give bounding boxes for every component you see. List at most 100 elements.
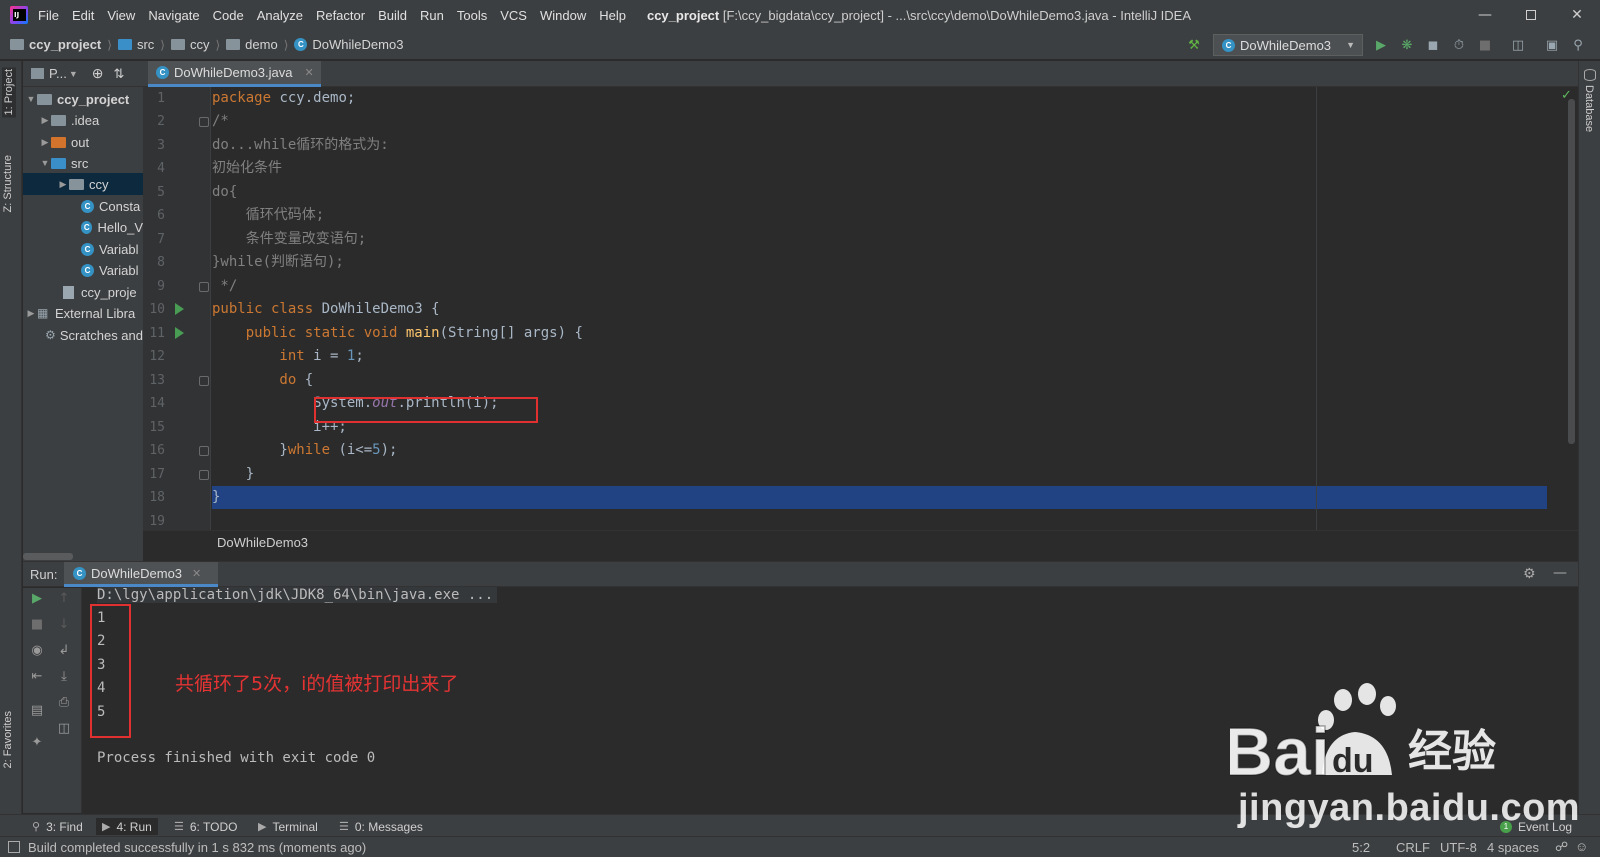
breadcrumb-project[interactable]: ccy_project xyxy=(29,37,101,52)
breadcrumb-src[interactable]: src xyxy=(137,37,154,52)
tree-item-idea[interactable]: ▶ .idea xyxy=(23,109,143,131)
layout-icon[interactable]: ▤ xyxy=(29,702,45,718)
locate-target-icon[interactable]: ⊕ xyxy=(92,65,104,82)
exit-icon[interactable]: ⇤ xyxy=(29,668,45,684)
terminal-window-icon[interactable]: ▣ xyxy=(1544,37,1560,53)
line-separator[interactable]: CRLF xyxy=(1396,840,1430,855)
project-tool-tab[interactable]: 1: Project xyxy=(2,67,16,118)
project-structure-icon[interactable]: ◫ xyxy=(1510,37,1526,53)
stop-icon[interactable]: ■ xyxy=(1477,37,1493,53)
favorites-tool-tab[interactable]: 2: Favorites xyxy=(2,711,14,768)
file-encoding[interactable]: UTF-8 xyxy=(1440,840,1477,855)
editor-scrollbar[interactable] xyxy=(1555,87,1578,530)
profile-icon[interactable]: ⏱ xyxy=(1451,37,1467,53)
run-configuration-select[interactable]: C DoWhileDemo3 ▼ xyxy=(1213,34,1363,56)
tree-item-scratches[interactable]: ⚙ Scratches and xyxy=(23,324,143,346)
menu-run[interactable]: Run xyxy=(420,8,444,23)
menu-build[interactable]: Build xyxy=(378,8,407,23)
settings-gear-icon[interactable]: ⚙ xyxy=(1523,566,1536,582)
run-tool-tab[interactable]: ▶ 4: Run xyxy=(96,818,158,835)
menu-tools[interactable]: Tools xyxy=(457,8,487,23)
window-title-path: [F:\ccy_bigdata\ccy_project] - ...\src\c… xyxy=(722,7,1192,23)
project-view-select[interactable]: P... xyxy=(49,66,67,81)
find-tool-tab[interactable]: ⚲ 3: Find xyxy=(26,818,89,835)
minimize-button[interactable]: — xyxy=(1462,0,1508,30)
watermark-brand: Bai xyxy=(1230,714,1330,790)
code-editor[interactable]: package ccy.demo; /* do...while循环的格式为: 初… xyxy=(212,87,1547,530)
build-hammer-icon[interactable]: ⚒ xyxy=(1186,37,1202,53)
collapse-all-icon[interactable]: ⇅ xyxy=(114,66,125,82)
fold-icon[interactable] xyxy=(199,117,209,127)
terminal-tool-tab[interactable]: ▶ Terminal xyxy=(252,818,324,835)
fold-icon[interactable] xyxy=(199,470,209,480)
tree-item-ccy-package[interactable]: ▶ ccy xyxy=(23,173,143,195)
tool-window-toggle-icon[interactable] xyxy=(8,841,20,853)
tree-item-class[interactable]: C Variabl xyxy=(23,238,143,260)
trash-icon[interactable]: ◫ xyxy=(56,720,72,736)
tree-item-class[interactable]: C Variabl xyxy=(23,259,143,281)
fold-icon[interactable] xyxy=(199,282,209,292)
breadcrumb-class[interactable]: DoWhileDemo3 xyxy=(312,37,403,52)
coverage-icon[interactable]: ◼ xyxy=(1425,37,1441,53)
tree-item-ccy-project[interactable]: ▼ ccy_project xyxy=(23,88,143,110)
print-icon[interactable]: ⎙ xyxy=(56,694,72,710)
close-button[interactable]: ✕ xyxy=(1554,0,1600,30)
fold-icon[interactable] xyxy=(199,376,209,386)
maximize-button[interactable] xyxy=(1508,0,1554,30)
search-icon[interactable]: ⚲ xyxy=(1570,37,1586,53)
indent-setting[interactable]: 4 spaces xyxy=(1487,840,1539,855)
tree-item-iml-file[interactable]: ccy_proje xyxy=(23,281,143,303)
close-tab-icon[interactable]: ✕ xyxy=(192,567,201,580)
todo-tool-tab[interactable]: ☰ 6: TODO xyxy=(168,818,243,835)
scrollbar-thumb[interactable] xyxy=(1568,99,1575,444)
hide-panel-icon[interactable]: — xyxy=(1553,565,1567,581)
menu-window[interactable]: Window xyxy=(540,8,586,23)
class-icon: C xyxy=(1222,38,1235,52)
tree-item-out[interactable]: ▶ out xyxy=(23,131,143,153)
project-pane-scrollbar[interactable] xyxy=(23,553,73,560)
menu-help[interactable]: Help xyxy=(599,8,626,23)
rerun-icon[interactable]: ▶ xyxy=(29,590,45,606)
code-line: */ xyxy=(212,278,238,294)
database-tool-tab[interactable]: Database xyxy=(1583,85,1595,132)
keyword: public class xyxy=(212,301,314,317)
run-gutter-icon[interactable] xyxy=(175,303,184,315)
close-tab-icon[interactable]: ✕ xyxy=(305,66,314,79)
tree-item-class[interactable]: C Hello_V xyxy=(23,216,143,238)
fold-icon[interactable] xyxy=(199,446,209,456)
menu-analyze[interactable]: Analyze xyxy=(257,8,303,23)
scroll-to-end-icon[interactable]: ⤓ xyxy=(56,668,72,684)
menu-navigate[interactable]: Navigate xyxy=(148,8,199,23)
run-icon[interactable]: ▶ xyxy=(1373,37,1389,53)
menu-edit[interactable]: Edit xyxy=(72,8,94,23)
soft-wrap-icon[interactable]: ↲ xyxy=(56,642,72,658)
editor-tab-label: DoWhileDemo3.java xyxy=(174,65,293,80)
stop-icon[interactable]: ■ xyxy=(29,616,45,632)
messages-tool-tab[interactable]: ☰ 0: Messages xyxy=(333,818,429,835)
editor-breadcrumb-bar: DoWhileDemo3 xyxy=(143,530,1578,552)
editor-breadcrumb[interactable]: DoWhileDemo3 xyxy=(217,535,308,550)
pin-icon[interactable]: ✦ xyxy=(29,734,45,750)
menu-file[interactable]: File xyxy=(38,8,59,23)
menu-refactor[interactable]: Refactor xyxy=(316,8,365,23)
menu-vcs[interactable]: VCS xyxy=(500,8,527,23)
lock-icon[interactable]: ☍ xyxy=(1555,839,1568,855)
tree-item-class[interactable]: C Consta xyxy=(23,195,143,217)
arrow-down-icon[interactable]: ↓ xyxy=(56,616,72,632)
inspector-icon[interactable]: ☺ xyxy=(1575,839,1588,854)
menu-view[interactable]: View xyxy=(107,8,135,23)
run-tab-dowhiledemo3[interactable]: C DoWhileDemo3 ✕ xyxy=(64,562,218,587)
run-gutter-icon[interactable] xyxy=(175,327,184,339)
caret-position[interactable]: 5:2 xyxy=(1352,840,1370,855)
camera-icon[interactable]: ◉ xyxy=(29,642,45,658)
menu-code[interactable]: Code xyxy=(213,8,244,23)
debug-icon[interactable]: ❋ xyxy=(1399,37,1415,53)
tree-item-external-libraries[interactable]: ▶ ▦ External Libra xyxy=(23,302,143,324)
structure-tool-tab[interactable]: Z: Structure xyxy=(2,155,14,212)
editor-tab-dowhiledemo3[interactable]: C DoWhileDemo3.java ✕ xyxy=(148,61,321,87)
breadcrumb-ccy[interactable]: ccy xyxy=(190,37,210,52)
line-number: 7 xyxy=(157,232,165,247)
arrow-up-icon[interactable]: ↑ xyxy=(56,590,72,606)
breadcrumb-demo[interactable]: demo xyxy=(245,37,278,52)
tree-item-src[interactable]: ▼ src xyxy=(23,152,143,174)
